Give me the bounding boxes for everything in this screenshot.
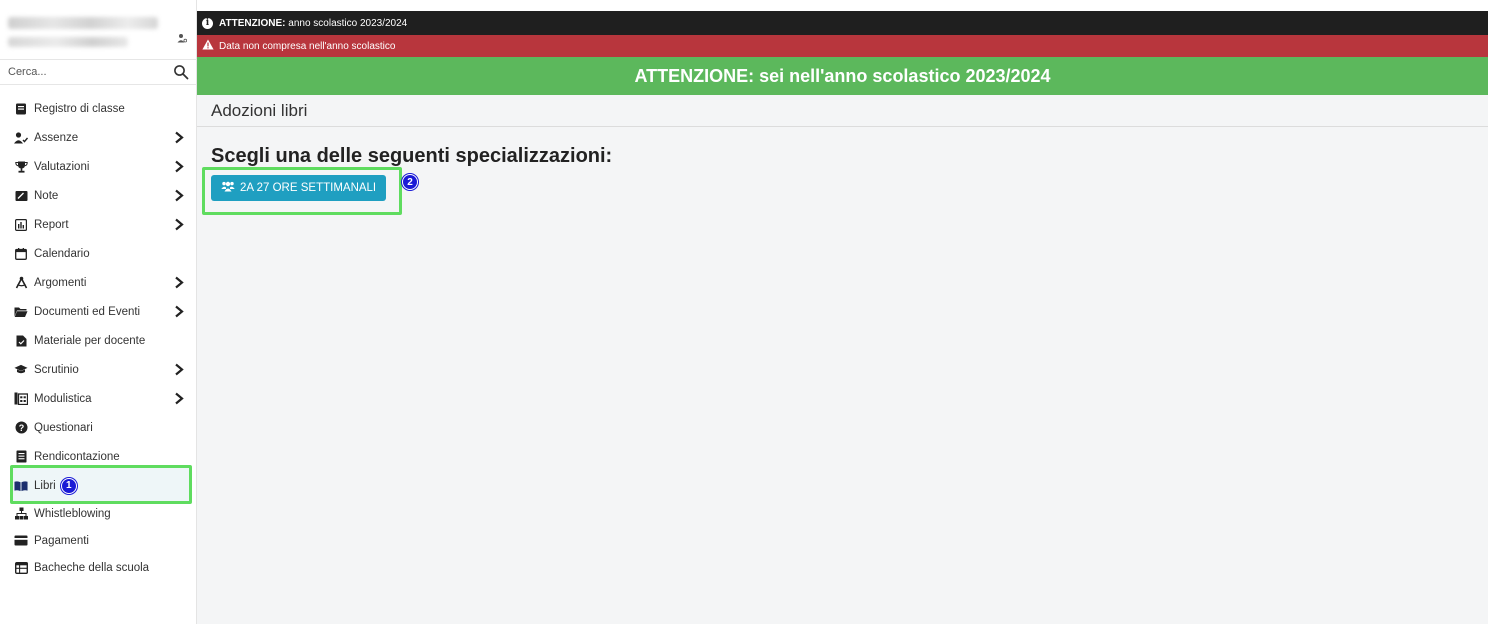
compass-icon: [14, 276, 28, 290]
search-input[interactable]: [0, 60, 170, 84]
chart-icon: [14, 218, 28, 232]
info-icon: i: [202, 17, 213, 29]
sidebar-item-label: Pagamenti: [34, 534, 89, 547]
step-marker-1: 1: [60, 477, 77, 494]
search-icon[interactable]: [173, 64, 189, 80]
trophy-icon: [14, 160, 28, 174]
alert-text: anno scolastico 2023/2024: [285, 17, 408, 29]
sidebar-item-assenze[interactable]: Assenze: [0, 123, 197, 152]
chevron-right-icon: [175, 305, 184, 318]
note-icon: [14, 189, 28, 203]
sidebar-nav: Registro di classe Assenze Valutazioni N…: [0, 94, 197, 581]
sidebar-item-label: Libri: [34, 479, 56, 492]
svg-text:?: ?: [18, 423, 24, 433]
specialization-button[interactable]: 2A 27 ORE SETTIMANALI: [211, 175, 387, 201]
alert-prefix: ATTENZIONE:: [219, 17, 286, 29]
list-icon: [14, 450, 28, 464]
calendar-icon: [14, 247, 28, 261]
user-settings-icon[interactable]: [177, 33, 188, 45]
sidebar-item-modulistica[interactable]: Modulistica: [0, 384, 197, 413]
table-icon: [14, 561, 28, 575]
chevron-right-icon: [175, 189, 184, 202]
sidebar-item-label: Valutazioni: [34, 160, 90, 173]
search-bar: [0, 59, 197, 85]
chevron-right-icon: [175, 276, 184, 289]
sidebar-item-pagamenti[interactable]: Pagamenti: [0, 527, 197, 554]
banner-text: ATTENZIONE: sei nell'anno scolastico 202…: [634, 65, 1051, 86]
credit-card-icon: [14, 534, 28, 548]
book-icon: [14, 102, 28, 116]
question-circle-icon: ?: [14, 421, 28, 435]
sidebar-item-label: Note: [34, 189, 59, 202]
graduation-cap-icon: [14, 363, 28, 377]
specializations-heading: Scegli una delle seguenti specializzazio…: [211, 145, 613, 167]
chevron-right-icon: [175, 160, 184, 173]
sidebar-item-label: Scrutinio: [34, 363, 79, 376]
sidebar-item-documenti-ed-eventi[interactable]: Documenti ed Eventi: [0, 297, 197, 326]
sidebar-item-label: Assenze: [34, 131, 79, 144]
sidebar-item-calendario[interactable]: Calendario: [0, 239, 197, 268]
sidebar-item-label: Whistleblowing: [34, 507, 111, 520]
sidebar-item-valutazioni[interactable]: Valutazioni: [0, 152, 197, 181]
title-divider: [197, 126, 1488, 127]
sidebar-item-bacheche-della-scuola[interactable]: Bacheche della scuola: [0, 554, 197, 581]
sidebar-item-report[interactable]: Report: [0, 210, 197, 239]
sidebar-item-label: Argomenti: [34, 276, 87, 289]
sidebar-item-libri[interactable]: Libri 1: [0, 471, 197, 500]
date-warning-text: Data non compresa nell'anno scolastico: [219, 40, 396, 52]
sidebar-item-argomenti[interactable]: Argomenti: [0, 268, 197, 297]
blurred-user-name: [8, 17, 158, 29]
sidebar-item-label: Materiale per docente: [34, 334, 146, 347]
chevron-right-icon: [175, 363, 184, 376]
sidebar-item-registro-di-classe[interactable]: Registro di classe: [0, 94, 197, 123]
date-warning-alert: Data non compresa nell'anno scolastico: [197, 35, 1488, 57]
sidebar-item-rendicontazione[interactable]: Rendicontazione: [0, 442, 197, 471]
forms-icon: [14, 392, 28, 406]
users-icon: [221, 181, 235, 195]
page-title: Adozioni libri: [211, 101, 308, 120]
sidebar: Registro di classe Assenze Valutazioni N…: [0, 0, 197, 624]
sidebar-item-label: Bacheche della scuola: [34, 561, 150, 574]
sidebar-item-label: Rendicontazione: [34, 450, 120, 463]
sidebar-item-label: Documenti ed Eventi: [34, 305, 141, 318]
user-check-icon: [14, 131, 28, 145]
chevron-right-icon: [175, 392, 184, 405]
chevron-right-icon: [175, 131, 184, 144]
sidebar-item-label: Report: [34, 218, 69, 231]
sidebar-item-label: Registro di classe: [34, 102, 125, 115]
file-icon: [14, 334, 28, 348]
step-marker-2: 2: [402, 174, 418, 190]
sidebar-item-materiale-per-docente[interactable]: Materiale per docente: [0, 326, 197, 355]
chevron-right-icon: [175, 218, 184, 231]
top-strip: [0, 0, 1488, 11]
specialization-button-label: 2A 27 ORE SETTIMANALI: [240, 182, 377, 194]
sidebar-item-label: Questionari: [34, 421, 93, 434]
main-content: Adozioni libri Scegli una delle seguenti…: [197, 95, 1488, 624]
warning-icon: [202, 39, 214, 53]
network-icon: [14, 507, 28, 521]
sidebar-item-label: Calendario: [34, 247, 90, 260]
sidebar-item-whistleblowing[interactable]: Whistleblowing: [0, 500, 197, 527]
sidebar-item-questionari[interactable]: ? Questionari: [0, 413, 197, 442]
sidebar-item-label: Modulistica: [34, 392, 92, 405]
sidebar-item-scrutinio[interactable]: Scrutinio: [0, 355, 197, 384]
sidebar-item-note[interactable]: Note: [0, 181, 197, 210]
open-book-icon: [14, 479, 28, 493]
folder-icon: [14, 305, 28, 319]
school-year-banner: ATTENZIONE: sei nell'anno scolastico 202…: [197, 57, 1488, 95]
school-year-alert: i ATTENZIONE: anno scolastico 2023/2024: [197, 11, 1488, 35]
blurred-user-role: [8, 37, 128, 47]
user-box[interactable]: [0, 11, 197, 57]
